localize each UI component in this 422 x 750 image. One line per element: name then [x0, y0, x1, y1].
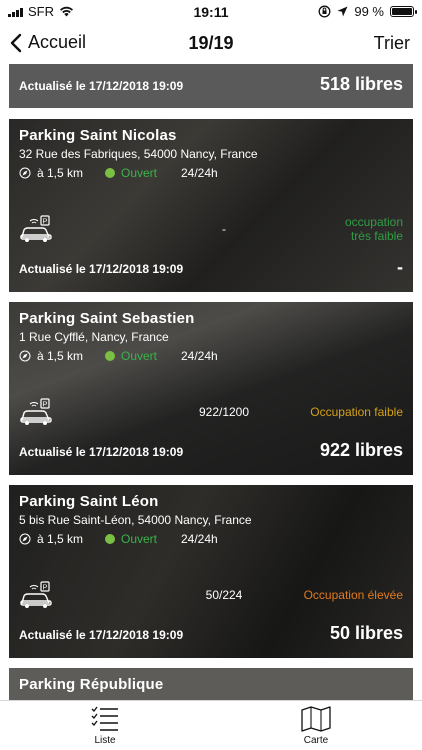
free-spaces: - [397, 257, 403, 277]
orientation-lock-icon [318, 5, 331, 18]
connected-car-icon: P [20, 215, 52, 242]
connected-car-icon: P [20, 398, 52, 425]
open-status: Ouvert [121, 532, 158, 546]
occupancy-level-line1: Occupation élevée [303, 587, 403, 602]
svg-text:P: P [43, 219, 48, 226]
parking-card[interactable]: Actualisé le 17/12/2018 19:09 518 libres [9, 64, 413, 108]
parking-address: 1 Rue Cyfflé, Nancy, France [19, 330, 169, 344]
open-status: Ouvert [121, 166, 158, 180]
status-bar: SFR 19:11 99 % [0, 0, 422, 22]
parking-name: Parking Saint Léon [19, 493, 159, 510]
free-spaces: 922 libres [319, 440, 403, 460]
distance: à 1,5 km [37, 532, 84, 546]
distance: à 1,5 km [37, 166, 84, 180]
tab-liste[interactable]: Liste [65, 705, 145, 746]
occupancy-count: 50/224 [205, 588, 243, 602]
opening-hours: 24/24h [181, 349, 218, 363]
compass-icon [19, 167, 31, 179]
free-spaces: 50 libres [329, 623, 403, 643]
occupancy-count: 922/1200 [198, 405, 250, 419]
status-dot [105, 168, 115, 178]
tab-carte[interactable]: Carte [276, 705, 356, 746]
updated-time: Actualisé le 17/12/2018 19:09 [19, 628, 184, 642]
free-spaces: 518 libres [319, 74, 403, 94]
occupancy-level: Occupation faible [310, 405, 403, 419]
parking-name: Parking Saint Sebastien [19, 310, 195, 327]
parking-list[interactable]: Actualisé le 17/12/2018 19:09 518 libres… [0, 64, 422, 700]
opening-hours: 24/24h [181, 532, 218, 546]
compass-icon [19, 533, 31, 545]
svg-text:P: P [43, 402, 48, 409]
occupancy-level: Occupation élevée [304, 588, 403, 602]
parking-card[interactable]: Parking Saint Nicolas 32 Rue des Fabriqu… [9, 119, 413, 292]
parking-address: 32 Rue des Fabriques, 54000 Nancy, Franc… [19, 147, 258, 161]
occupancy-level-line1: Occupation faible [310, 404, 403, 419]
parking-address: 5 bis Rue Saint-Léon, 54000 Nancy, Franc… [19, 513, 252, 527]
status-dot [105, 351, 115, 361]
tab-bar: Liste Carte [0, 700, 422, 750]
location-arrow-icon [337, 6, 348, 17]
opening-hours: 24/24h [181, 166, 218, 180]
tab-label: Carte [303, 735, 329, 746]
parking-name: Parking République [19, 676, 164, 693]
navigation-bar: Accueil 19/19 Trier [0, 22, 422, 64]
list-icon [91, 706, 118, 731]
occupancy-level: occupation très faible [345, 215, 403, 244]
parking-card[interactable]: Parking Saint Sebastien 1 Rue Cyfflé, Na… [9, 302, 413, 475]
open-status: Ouvert [121, 349, 158, 363]
status-dot [105, 534, 115, 544]
occupancy-count: - [222, 222, 226, 236]
battery-percent: 99 % [354, 4, 384, 19]
occupancy-level-line1: occupation [344, 214, 403, 229]
parking-card[interactable]: Parking Saint Léon 5 bis Rue Saint-Léon,… [9, 485, 413, 658]
occupancy-level-line2: très faible [350, 229, 403, 243]
sort-button[interactable]: Trier [374, 33, 410, 54]
svg-text:P: P [43, 585, 48, 592]
updated-time: Actualisé le 17/12/2018 19:09 [19, 445, 184, 459]
battery-icon [390, 6, 417, 17]
updated-time: Actualisé le 17/12/2018 19:09 [19, 262, 184, 276]
map-icon [301, 706, 331, 732]
compass-icon [19, 350, 31, 362]
connected-car-icon: P [20, 581, 52, 608]
tab-label: Liste [94, 735, 116, 746]
updated-time: Actualisé le 17/12/2018 19:09 [19, 79, 184, 93]
distance: à 1,5 km [37, 349, 84, 363]
parking-card[interactable]: Parking République [9, 668, 413, 700]
page-title: 19/19 [188, 33, 234, 53]
parking-name: Parking Saint Nicolas [19, 127, 177, 144]
